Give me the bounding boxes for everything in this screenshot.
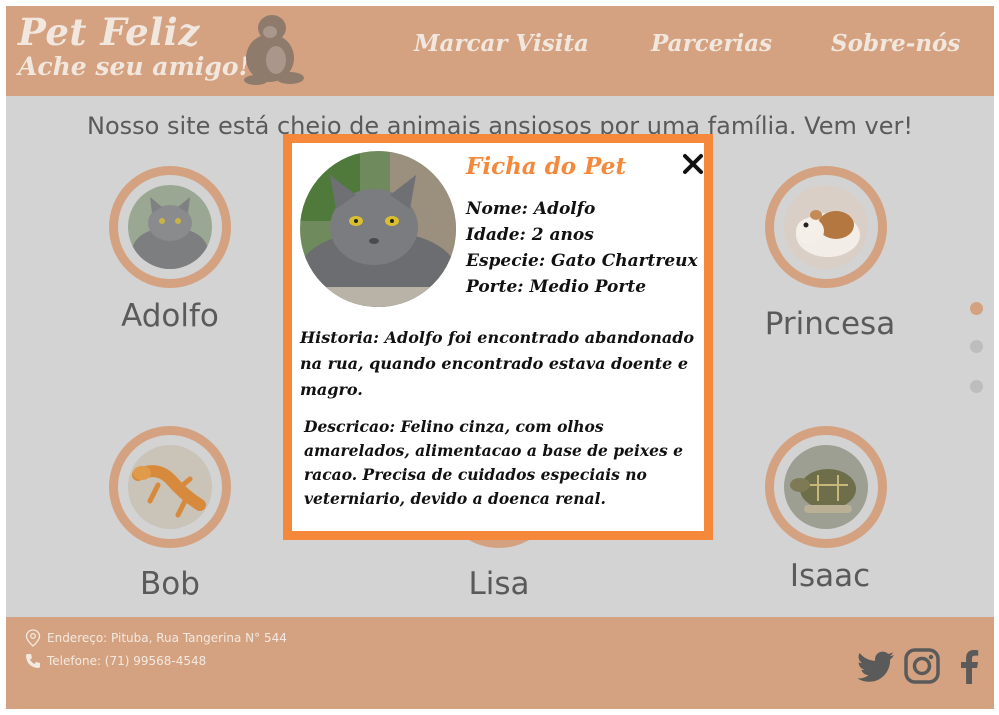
brand[interactable]: Pet Feliz Ache seu amigo! bbox=[18, 12, 250, 82]
pet-photo-princesa bbox=[784, 185, 868, 269]
brand-subtitle: Ache seu amigo! bbox=[18, 52, 250, 81]
site-header: Pet Feliz Ache seu amigo! Marcar Visita … bbox=[6, 6, 994, 96]
twitter-icon[interactable] bbox=[858, 647, 896, 685]
modal-pet-species: Especie: Gato Chartreux bbox=[466, 251, 698, 271]
pet-card-princesa[interactable] bbox=[765, 166, 887, 288]
modal-pet-size: Porte: Medio Porte bbox=[466, 277, 647, 297]
pet-name-princesa[interactable]: Princesa bbox=[730, 306, 930, 342]
pet-details-modal: Ficha do Pet Nome: Adolfo Idade: 2 anos … bbox=[283, 134, 713, 540]
close-icon[interactable] bbox=[680, 151, 706, 177]
brand-title: Pet Feliz bbox=[18, 10, 200, 54]
carousel-dot-2[interactable] bbox=[970, 340, 983, 353]
facebook-icon[interactable] bbox=[950, 647, 988, 685]
phone-text: Telefone: (71) 99568-4548 bbox=[47, 654, 207, 668]
footer-phone: Telefone: (71) 99568-4548 bbox=[25, 653, 206, 669]
pet-card-isaac[interactable] bbox=[765, 426, 887, 548]
pet-photo-bob bbox=[128, 445, 212, 529]
nav-marcar-visita[interactable]: Marcar Visita bbox=[414, 30, 589, 57]
phone-icon bbox=[26, 654, 40, 668]
nav-sobre-nos[interactable]: Sobre-nós bbox=[831, 30, 960, 57]
pet-name-lisa[interactable]: Lisa bbox=[399, 566, 599, 602]
gorilla-icon bbox=[244, 15, 304, 85]
modal-pet-photo bbox=[300, 151, 456, 307]
address-text: Endereço: Pituba, Rua Tangerina N° 544 bbox=[47, 631, 287, 645]
site-footer: Endereço: Pituba, Rua Tangerina N° 544 T… bbox=[6, 617, 994, 709]
modal-pet-history: Historia: Adolfo foi encontrado abandona… bbox=[300, 328, 695, 399]
pet-name-bob[interactable]: Bob bbox=[70, 566, 270, 602]
modal-pet-name: Nome: Adolfo bbox=[466, 199, 596, 219]
footer-address: Endereço: Pituba, Rua Tangerina N° 544 bbox=[25, 629, 287, 647]
modal-title: Ficha do Pet bbox=[466, 153, 627, 180]
carousel-dot-1[interactable] bbox=[970, 302, 983, 315]
pet-card-adolfo[interactable] bbox=[109, 166, 231, 288]
nav-parcerias[interactable]: Parcerias bbox=[651, 30, 772, 57]
carousel-dot-3[interactable] bbox=[970, 380, 983, 393]
location-pin-icon bbox=[25, 629, 41, 647]
modal-pet-description: Descricao: Felino cinza, com olhos amare… bbox=[304, 417, 683, 508]
pet-name-adolfo[interactable]: Adolfo bbox=[70, 298, 270, 334]
modal-pet-age: Idade: 2 anos bbox=[466, 225, 594, 245]
pet-name-isaac[interactable]: Isaac bbox=[730, 558, 930, 594]
pet-photo-isaac bbox=[784, 445, 868, 529]
pet-card-bob[interactable] bbox=[109, 426, 231, 548]
instagram-icon[interactable] bbox=[903, 647, 941, 685]
pet-photo-adolfo bbox=[128, 185, 212, 269]
